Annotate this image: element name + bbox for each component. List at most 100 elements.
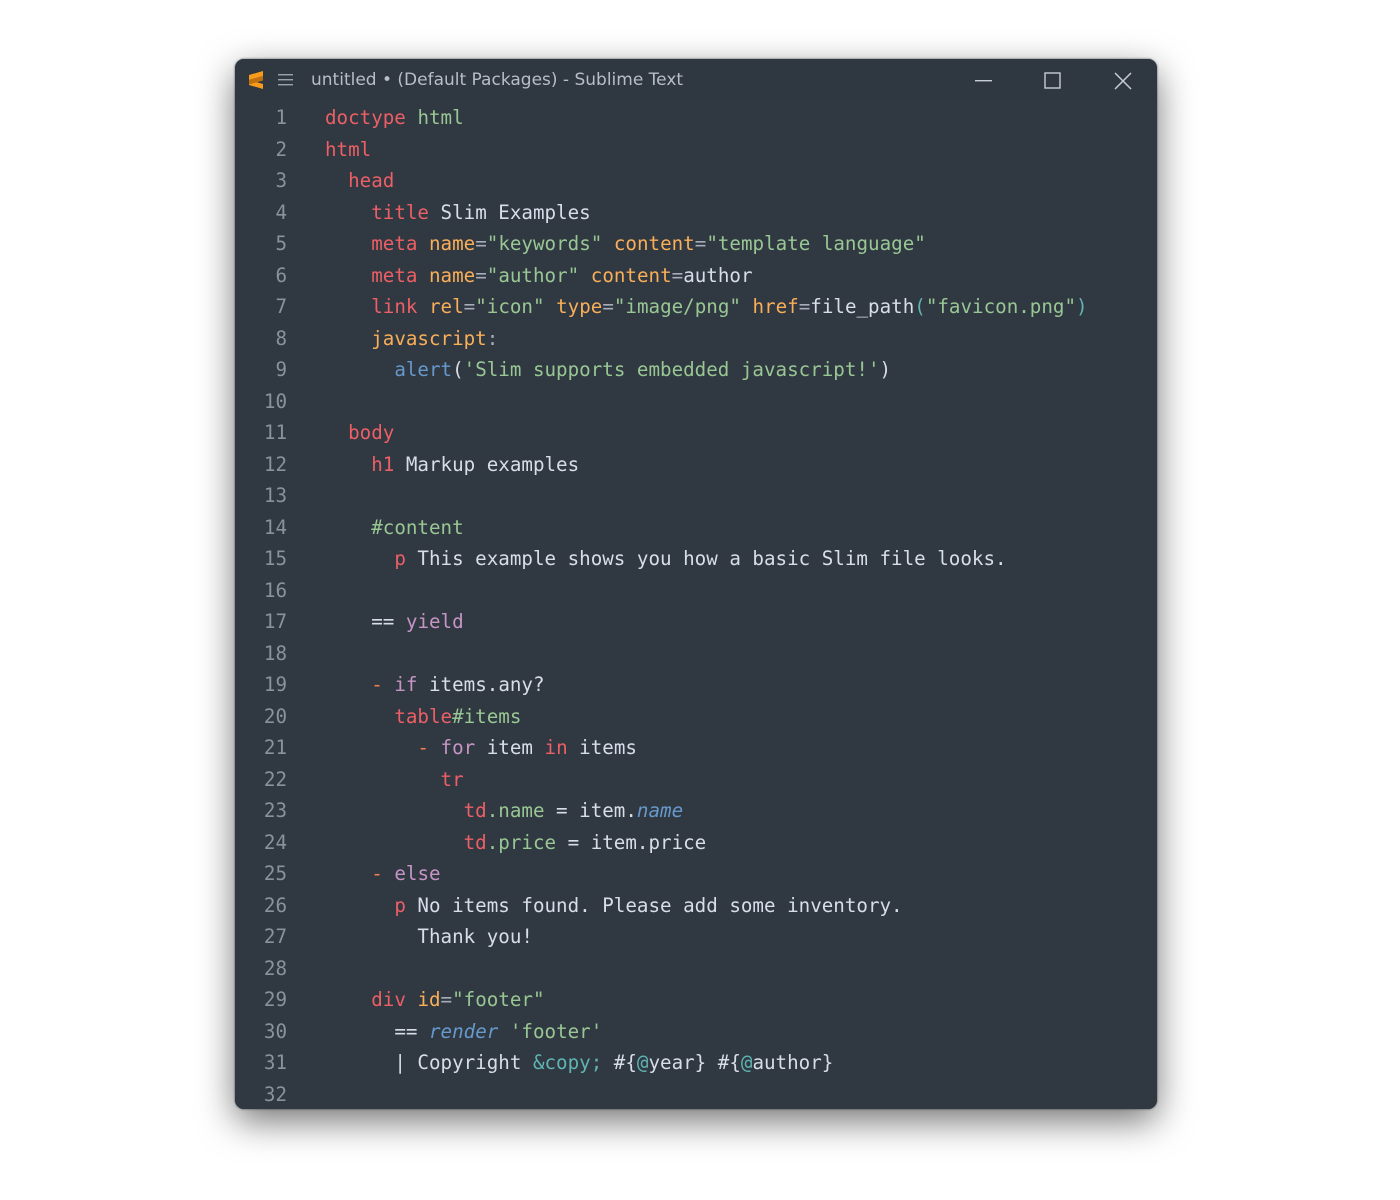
line-code: html — [325, 134, 371, 166]
code-token: html — [325, 137, 372, 161]
window-title: untitled • (Default Packages) - Sublime … — [311, 70, 684, 90]
line-number: 6 — [275, 263, 287, 287]
code-token: td — [463, 799, 487, 822]
line-number: 17 — [263, 610, 287, 633]
line-number: 13 — [263, 484, 287, 507]
code-token: "favicon.png" — [925, 295, 1077, 318]
code-token: - — [371, 862, 383, 885]
code-token: 'Slim supports embedded javascript!' — [463, 358, 880, 381]
line-number: 21 — [263, 736, 287, 759]
line-number: 9 — [275, 358, 287, 381]
line-number: 27 — [263, 925, 287, 948]
code-token: #{ — [602, 1051, 637, 1074]
code-token: = — [475, 263, 487, 287]
minimize-button[interactable] — [949, 59, 1017, 102]
code-token: "template language" — [706, 232, 926, 255]
code-token: "footer" — [452, 988, 545, 1011]
line-number: 5 — [275, 232, 287, 255]
title-bar[interactable]: untitled • (Default Packages) - Sublime … — [235, 59, 1157, 102]
line-code: h1 Markup examples — [325, 449, 579, 481]
hamburger-menu-icon[interactable] — [278, 73, 293, 86]
code-token: in — [544, 736, 568, 759]
code-token: id — [417, 988, 441, 1011]
code-token: .price — [486, 830, 557, 854]
code-token: = — [475, 232, 487, 255]
line-number: 29 — [263, 988, 287, 1011]
line-code: p This example shows you how a basic Sli… — [325, 543, 1007, 575]
code-token: : — [486, 326, 499, 350]
code-token: - — [417, 736, 429, 759]
code-token: javascript — [371, 326, 487, 350]
line-number: 2 — [275, 137, 287, 161]
code-token: h1 — [371, 452, 395, 476]
line-code: doctype html — [325, 102, 464, 134]
line-code: meta name="keywords" content="template l… — [325, 228, 926, 260]
code-token: .name — [486, 799, 545, 822]
code-token: type — [556, 295, 603, 318]
line-code: alert('Slim supports embedded javascript… — [325, 354, 891, 386]
code-token: - — [371, 673, 383, 696]
code-token: else — [394, 862, 441, 885]
code-token: Markup examples — [394, 452, 580, 476]
code-token: "author" — [486, 263, 580, 287]
code-token: p — [394, 893, 406, 917]
line-number: 31 — [263, 1051, 287, 1074]
line-code: #content — [325, 512, 463, 544]
code-token: p — [394, 547, 406, 570]
code-token: href — [752, 295, 799, 318]
code-token: head — [348, 169, 395, 192]
line-code: head — [325, 165, 394, 197]
maximize-button[interactable] — [1018, 59, 1086, 102]
line-code: == yield — [325, 606, 463, 638]
line-code: td.name = item.name — [325, 795, 684, 827]
code-token: name — [429, 263, 476, 287]
line-number: 11 — [263, 421, 287, 444]
code-token: = — [694, 232, 707, 255]
code-token: alert — [394, 358, 453, 381]
code-editor[interactable]: 1 doctype html 2 html 3 head 4 title Slim Exa… — [235, 102, 1157, 1109]
line-code: meta name="author" content=author — [325, 260, 753, 292]
code-token: = item. — [544, 799, 637, 822]
code-token: author — [683, 263, 753, 287]
code-token: meta — [371, 263, 418, 287]
code-token: author} — [752, 1051, 834, 1074]
line-code: - for item in items — [325, 732, 637, 764]
code-token: render — [428, 1019, 499, 1043]
code-token: td — [463, 830, 487, 854]
code-token: = — [463, 295, 476, 318]
maximize-icon — [1044, 72, 1061, 89]
sublime-text-logo-icon[interactable] — [248, 71, 264, 89]
code-token: Slim Examples — [428, 200, 591, 224]
code-token: ( — [914, 295, 926, 318]
code-token: = — [602, 295, 614, 318]
line-code: Thank you! — [325, 921, 533, 953]
code-token: == — [371, 610, 395, 633]
code-token: = — [440, 988, 453, 1011]
code-token: This example shows you how a basic Slim … — [405, 547, 1007, 570]
line-code: - else — [325, 858, 441, 890]
code-token: "image/png" — [613, 295, 741, 318]
close-button[interactable] — [1088, 59, 1156, 102]
editor-window: untitled • (Default Packages) - Sublime … — [235, 59, 1157, 1109]
